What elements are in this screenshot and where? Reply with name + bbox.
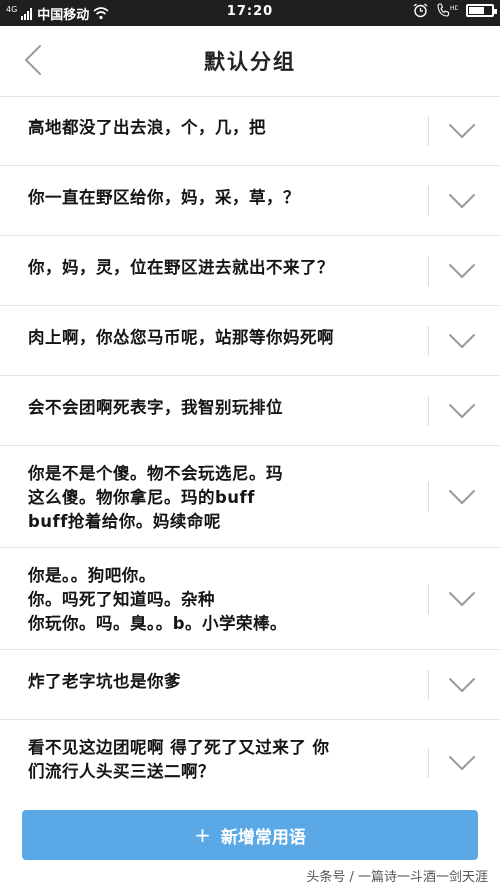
row-divider [428, 482, 429, 512]
row-divider [428, 584, 429, 614]
phrase-row[interactable]: 高地都没了出去浪，个，几，把 [0, 96, 500, 166]
chevron-down-icon[interactable] [447, 488, 477, 506]
phrase-text: 肉上啊，你怂您马币呢，站那等你妈死啊 [28, 328, 334, 347]
phrase-row[interactable]: 你是不是个傻。物不会玩选尼。玛 这么傻。物你拿尼。玛的buff buff抢着给你… [0, 446, 500, 548]
chevron-down-icon[interactable] [447, 754, 477, 772]
page-title: 默认分组 [204, 50, 296, 74]
phrase-text: 你是不是个傻。物不会玩选尼。玛 这么傻。物你拿尼。玛的buff buff抢着给你… [28, 464, 283, 531]
phrase-text: 看不见这边团呢啊 得了死了又过来了 你 们流行人头买三送二啊？ [28, 738, 330, 781]
phrase-text: 你一直在野区给你，妈，采，草，？ [28, 188, 300, 207]
alarm-icon [413, 3, 428, 18]
chevron-down-icon[interactable] [447, 590, 477, 608]
phrase-text: 你，妈，灵，位在野区进去就出不来了？ [28, 258, 334, 277]
battery-icon [466, 4, 497, 17]
chevron-down-icon[interactable] [447, 192, 477, 210]
add-phrase-button[interactable]: + 新增常用语 [22, 810, 478, 860]
plus-icon: + [194, 823, 211, 847]
phrase-text: 你是。。狗吧你。 你。吗死了知道吗。杂种 你玩你。吗。臭。。b。小学荣棒。 [28, 566, 288, 633]
phrase-text: 高地都没了出去浪，个，几，把 [28, 118, 266, 137]
watermark: 头条号 / 一篇诗一斗酒一剑天涯 [306, 870, 488, 885]
status-bar: 4G 中国移动 17:20 HD [0, 0, 500, 26]
phrase-list: 高地都没了出去浪，个，几，把 你一直在野区给你，妈，采，草，？ 你，妈，灵，位在… [0, 96, 500, 805]
row-divider [428, 256, 429, 286]
chevron-down-icon[interactable] [447, 122, 477, 140]
phone-hd-icon: HD [437, 3, 458, 17]
phrase-row[interactable]: 你是。。狗吧你。 你。吗死了知道吗。杂种 你玩你。吗。臭。。b。小学荣棒。 [0, 548, 500, 650]
status-right: HD [413, 3, 497, 18]
chevron-down-icon[interactable] [447, 676, 477, 694]
phrase-row[interactable]: 炸了老字坑也是你爹 [0, 650, 500, 720]
chevron-down-icon[interactable] [447, 262, 477, 280]
svg-text:HD: HD [450, 5, 458, 12]
row-divider [428, 186, 429, 216]
battery-level [469, 7, 484, 14]
phrase-row[interactable]: 你一直在野区给你，妈，采，草，？ [0, 166, 500, 236]
phrase-row[interactable]: 会不会团啊死表字，我智别玩排位 [0, 376, 500, 446]
row-divider [428, 396, 429, 426]
phrase-text: 会不会团啊死表字，我智别玩排位 [28, 398, 283, 417]
chevron-down-icon[interactable] [447, 402, 477, 420]
navigation-bar: 默认分组 [0, 26, 500, 97]
add-phrase-label: 新增常用语 [220, 827, 306, 848]
row-divider [428, 748, 429, 778]
phrase-row[interactable]: 你，妈，灵，位在野区进去就出不来了？ [0, 236, 500, 306]
chevron-down-icon[interactable] [447, 332, 477, 350]
row-divider [428, 670, 429, 700]
phrase-text: 炸了老字坑也是你爹 [28, 672, 181, 691]
phrase-row[interactable]: 肉上啊，你怂您马币呢，站那等你妈死啊 [0, 306, 500, 376]
row-divider [428, 116, 429, 146]
phrase-row[interactable]: 看不见这边团呢啊 得了死了又过来了 你 们流行人头买三送二啊？ [0, 720, 500, 805]
row-divider [428, 326, 429, 356]
